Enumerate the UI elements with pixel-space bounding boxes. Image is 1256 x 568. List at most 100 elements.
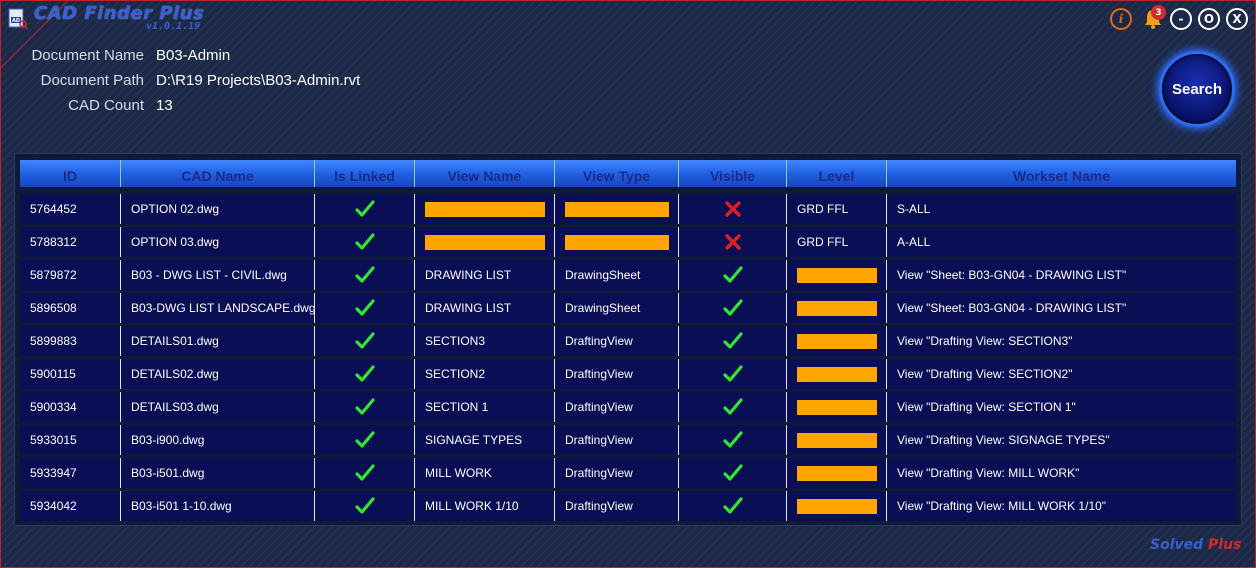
- column-header-id[interactable]: ID: [20, 160, 121, 187]
- check-icon: [722, 266, 743, 283]
- table-row[interactable]: 5879872 B03 - DWG LIST - CIVIL.dwg DRAWING…: [20, 260, 1236, 290]
- cell-level: [787, 458, 887, 488]
- table-row[interactable]: 5764452 OPTION 02.dwg GRD FFL S-ALL: [20, 194, 1236, 224]
- maximize-button[interactable]: O: [1198, 8, 1220, 30]
- app-logo-icon: AD: [8, 8, 28, 30]
- cad-table: ID CAD Name Is Linked View Name View Typ…: [14, 153, 1242, 526]
- table-row[interactable]: 5788312 OPTION 03.dwg GRD FFL A-ALL: [20, 227, 1236, 257]
- column-header-is-linked[interactable]: Is Linked: [315, 160, 415, 187]
- search-button[interactable]: Search: [1159, 51, 1235, 127]
- cell-is-linked: [315, 326, 415, 356]
- cell-visible: [679, 293, 787, 323]
- document-path-value: D:\R19 Projects\B03-Admin.rvt: [156, 72, 361, 89]
- empty-value-bar: [797, 300, 877, 316]
- cell-id: 5879872: [20, 260, 121, 290]
- cross-icon: [724, 234, 741, 250]
- cell-level: [787, 326, 887, 356]
- cell-cad-name: OPTION 03.dwg: [121, 227, 315, 257]
- check-icon: [722, 497, 743, 514]
- check-icon: [722, 431, 743, 448]
- check-icon: [354, 266, 375, 283]
- cell-view-type: DraftingView: [555, 359, 679, 389]
- cell-visible: [679, 359, 787, 389]
- minimize-button[interactable]: -: [1170, 8, 1192, 30]
- cell-view-name: DRAWING LIST: [415, 260, 555, 290]
- cell-id: 5896508: [20, 293, 121, 323]
- empty-value-bar: [797, 498, 877, 514]
- cell-level: [787, 392, 887, 422]
- column-header-view-type[interactable]: View Type: [555, 160, 679, 187]
- cell-view-type: DraftingView: [555, 425, 679, 455]
- cell-visible: [679, 491, 787, 521]
- check-icon: [722, 299, 743, 316]
- cell-workset-name: View "Sheet: B03-GN04 - DRAWING LIST": [897, 268, 1127, 282]
- cell-cad-name: B03-i501 1-10.dwg: [121, 491, 315, 521]
- cell-id: 5933015: [20, 425, 121, 455]
- cell-workset-name: View "Drafting View: SECTION 1": [897, 400, 1076, 414]
- empty-value-bar: [797, 465, 877, 481]
- notification-badge: 3: [1151, 5, 1166, 20]
- close-button[interactable]: X: [1226, 8, 1248, 30]
- cell-visible: [679, 194, 787, 224]
- column-header-level[interactable]: Level: [787, 160, 887, 187]
- empty-value-bar: [797, 432, 877, 448]
- cell-id: 5934042: [20, 491, 121, 521]
- cell-workset-name: View "Drafting View: SIGNAGE TYPES": [897, 433, 1110, 447]
- empty-value-bar: [565, 201, 669, 217]
- document-path-label: Document Path: [40, 72, 144, 89]
- cell-workset-name: View "Drafting View: MILL WORK 1/10": [897, 499, 1107, 513]
- cell-cad-name: DETAILS02.dwg: [121, 359, 315, 389]
- cell-cad-name: DETAILS03.dwg: [121, 392, 315, 422]
- cell-visible: [679, 392, 787, 422]
- column-header-view-name[interactable]: View Name: [415, 160, 555, 187]
- cell-level: GRD FFL: [787, 194, 887, 224]
- cell-workset-name: View "Drafting View: MILL WORK": [897, 466, 1080, 480]
- brand-solved: Solved: [1150, 537, 1204, 553]
- cell-view-name: SECTION3: [415, 326, 555, 356]
- document-name-label: Document Name: [31, 47, 144, 64]
- cell-is-linked: [315, 194, 415, 224]
- table-row[interactable]: 5899883 DETAILS01.dwg SECTION3 DraftingView…: [20, 326, 1236, 356]
- info-button[interactable]: i: [1110, 8, 1132, 30]
- table-row[interactable]: 5900115 DETAILS02.dwg SECTION2 DraftingView…: [20, 359, 1236, 389]
- column-header-cad-name[interactable]: CAD Name: [121, 160, 315, 187]
- cell-visible: [679, 227, 787, 257]
- table-row[interactable]: 5900334 DETAILS03.dwg SECTION 1 DraftingVie…: [20, 392, 1236, 422]
- table-row[interactable]: 5933947 B03-i501.dwg MILL WORK DraftingView…: [20, 458, 1236, 488]
- cell-is-linked: [315, 425, 415, 455]
- cad-count-label: CAD Count: [68, 97, 144, 114]
- document-name-value: B03-Admin: [156, 47, 231, 64]
- cell-view-type: DrawingSheet: [555, 293, 679, 323]
- cell-cad-name: DETAILS01.dwg: [121, 326, 315, 356]
- cell-is-linked: [315, 359, 415, 389]
- table-row[interactable]: 5896508 B03-DWG LIST LANDSCAPE.dwg DRAWING…: [20, 293, 1236, 323]
- cell-id: 5900334: [20, 392, 121, 422]
- column-header-visible[interactable]: Visible: [679, 160, 787, 187]
- cell-is-linked: [315, 260, 415, 290]
- check-icon: [354, 365, 375, 382]
- empty-value-bar: [797, 366, 877, 382]
- cell-visible: [679, 260, 787, 290]
- empty-value-bar: [797, 267, 877, 283]
- cell-cad-name: OPTION 02.dwg: [121, 194, 315, 224]
- check-icon: [354, 332, 375, 349]
- app-version: v1.0.1.19: [146, 21, 201, 32]
- cell-level: [787, 359, 887, 389]
- check-icon: [354, 464, 375, 481]
- table-row[interactable]: 5934042 B03-i501 1-10.dwg MILL WORK 1/10 Dr…: [20, 491, 1236, 521]
- cell-view-type: [555, 227, 679, 257]
- table-row[interactable]: 5933015 B03-i900.dwg SIGNAGE TYPES Drafting…: [20, 425, 1236, 455]
- cell-view-name: MILL WORK 1/10: [415, 491, 555, 521]
- column-header-workset-name[interactable]: Workset Name: [887, 160, 1236, 187]
- cell-is-linked: [315, 227, 415, 257]
- cell-id: 5788312: [20, 227, 121, 257]
- cell-level: [787, 260, 887, 290]
- cell-workset-name: View "Sheet: B03-GN04 - DRAWING LIST": [897, 301, 1127, 315]
- empty-value-bar: [565, 234, 669, 250]
- check-icon: [354, 497, 375, 514]
- cell-view-type: DraftingView: [555, 326, 679, 356]
- cell-visible: [679, 425, 787, 455]
- check-icon: [354, 299, 375, 316]
- cell-cad-name: B03-DWG LIST LANDSCAPE.dwg: [121, 293, 315, 323]
- empty-value-bar: [425, 234, 545, 250]
